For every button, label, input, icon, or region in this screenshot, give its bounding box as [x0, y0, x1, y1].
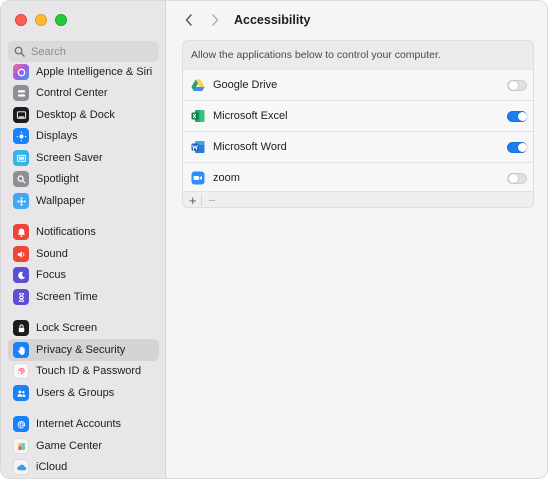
- sidebar-item-label: Apple Intelligence & Siri: [36, 66, 153, 78]
- accessibility-apps-panel: Allow the applications below to control …: [182, 40, 534, 208]
- sidebar-item-label: Wallpaper: [36, 195, 86, 207]
- sidebar-item-touch-id-password[interactable]: Touch ID & Password: [8, 360, 159, 382]
- sidebar-item-label: Privacy & Security: [36, 344, 126, 356]
- sidebar-item-label: Focus: [36, 269, 66, 281]
- word-icon: [191, 140, 205, 154]
- panel-description: Allow the applications below to control …: [191, 49, 441, 61]
- back-button[interactable]: [181, 12, 197, 28]
- system-settings-window: Search Apple Intelligence & Siri Control…: [0, 0, 548, 479]
- page-title: Accessibility: [234, 13, 311, 27]
- sidebar-item-screen-time[interactable]: Screen Time: [8, 286, 159, 308]
- app-name: Google Drive: [213, 79, 278, 91]
- sidebar-item-label: Displays: [36, 130, 78, 142]
- window-controls: [15, 14, 67, 26]
- panel-footer: + −: [183, 191, 533, 207]
- screen-saver-icon: [13, 150, 29, 166]
- sidebar-item-label: Desktop & Dock: [36, 109, 115, 121]
- toggle-knob: [508, 81, 518, 90]
- users-icon: [13, 385, 29, 401]
- toggle-knob: [508, 174, 518, 183]
- app-name: Microsoft Word: [213, 141, 287, 153]
- sidebar-item-icloud[interactable]: iCloud: [8, 456, 159, 478]
- sidebar-item-focus[interactable]: Focus: [8, 264, 159, 286]
- screen-time-icon: [13, 289, 29, 305]
- sidebar-item-label: Screen Time: [36, 291, 98, 303]
- sidebar-item-label: Control Center: [36, 87, 108, 99]
- search-icon: [14, 46, 25, 57]
- sidebar-item-label: Internet Accounts: [36, 418, 121, 430]
- displays-icon: [13, 128, 29, 144]
- control-center-icon: [13, 85, 29, 101]
- sidebar-item-privacy-security[interactable]: Privacy & Security: [8, 339, 159, 361]
- search-field[interactable]: Search: [8, 41, 159, 62]
- sidebar-item-apple-intelligence-siri[interactable]: Apple Intelligence & Siri: [8, 61, 159, 83]
- sidebar-item-label: Lock Screen: [36, 322, 98, 334]
- app-row-zoom: zoom: [183, 162, 533, 193]
- privacy-hand-icon: [13, 342, 29, 358]
- search-placeholder: Search: [31, 45, 66, 58]
- footer-divider: [201, 195, 202, 206]
- close-window-button[interactable]: [15, 14, 27, 26]
- sidebar-item-desktop-dock[interactable]: Desktop & Dock: [8, 104, 159, 126]
- icloud-icon: [13, 459, 29, 475]
- sidebar-item-sound[interactable]: Sound: [8, 243, 159, 265]
- game-center-icon: [13, 438, 29, 454]
- sidebar-item-label: Spotlight: [36, 173, 79, 185]
- internet-accounts-icon: [13, 416, 29, 432]
- sidebar-item-displays[interactable]: Displays: [8, 125, 159, 147]
- chevron-left-icon: [185, 14, 192, 26]
- sidebar-item-wallpaper[interactable]: Wallpaper: [8, 190, 159, 212]
- sidebar-item-control-center[interactable]: Control Center: [8, 82, 159, 104]
- focus-icon: [13, 267, 29, 283]
- microsoft-word-toggle[interactable]: [507, 141, 527, 153]
- sidebar-item-internet-accounts[interactable]: Internet Accounts: [8, 413, 159, 435]
- sidebar-item-label: Notifications: [36, 226, 96, 238]
- app-row-google-drive: Google Drive: [183, 69, 533, 100]
- minimize-window-button[interactable]: [35, 14, 47, 26]
- sidebar-item-label: Sound: [36, 248, 68, 260]
- zoom-window-button[interactable]: [55, 14, 67, 26]
- remove-app-button[interactable]: −: [208, 193, 216, 207]
- sidebar-item-spotlight[interactable]: Spotlight: [8, 168, 159, 190]
- lock-screen-icon: [13, 320, 29, 336]
- add-app-button[interactable]: +: [189, 193, 197, 207]
- app-name: zoom: [213, 172, 240, 184]
- app-name: Microsoft Excel: [213, 110, 288, 122]
- sidebar-item-label: Screen Saver: [36, 152, 103, 164]
- notifications-icon: [13, 224, 29, 240]
- sidebar-item-users-groups[interactable]: Users & Groups: [8, 382, 159, 404]
- app-row-microsoft-excel: Microsoft Excel: [183, 100, 533, 131]
- wallpaper-icon: [13, 193, 29, 209]
- main-content: Accessibility Allow the applications bel…: [167, 1, 547, 478]
- dock-icon: [13, 107, 29, 123]
- sidebar-item-notifications[interactable]: Notifications: [8, 221, 159, 243]
- sound-icon: [13, 246, 29, 262]
- google-drive-icon: [191, 78, 205, 92]
- toggle-knob: [517, 143, 527, 152]
- sidebar-item-lock-screen[interactable]: Lock Screen: [8, 317, 159, 339]
- sidebar-item-label: Users & Groups: [36, 387, 115, 399]
- app-row-microsoft-word: Microsoft Word: [183, 131, 533, 162]
- touch-id-icon: [13, 363, 29, 379]
- forward-button[interactable]: [207, 12, 223, 28]
- microsoft-excel-toggle[interactable]: [507, 110, 527, 122]
- toggle-knob: [517, 112, 527, 121]
- chevron-right-icon: [212, 14, 219, 26]
- sidebar-item-label: iCloud: [36, 461, 68, 473]
- sidebar-item-label: Game Center: [36, 440, 103, 452]
- spotlight-icon: [13, 171, 29, 187]
- google-drive-toggle[interactable]: [507, 79, 527, 91]
- excel-icon: [191, 109, 205, 123]
- siri-icon: [13, 64, 29, 80]
- sidebar-item-label: Touch ID & Password: [36, 365, 142, 377]
- zoom-icon: [191, 171, 205, 185]
- sidebar: Search Apple Intelligence & Siri Control…: [1, 1, 166, 478]
- sidebar-item-screen-saver[interactable]: Screen Saver: [8, 147, 159, 169]
- zoom-toggle[interactable]: [507, 172, 527, 184]
- sidebar-item-game-center[interactable]: Game Center: [8, 435, 159, 457]
